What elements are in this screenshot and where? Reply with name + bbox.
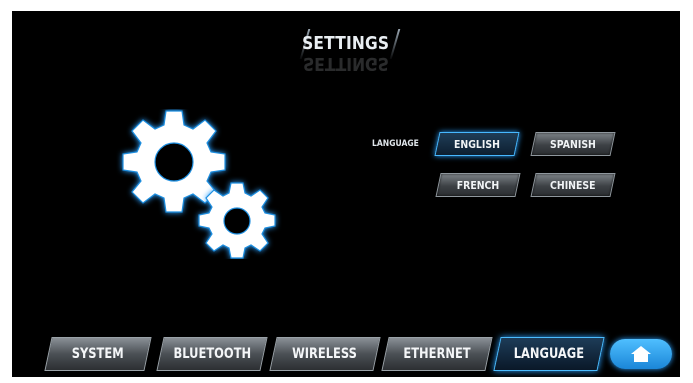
title-area: SETTINGS SETTINGS [12, 31, 680, 74]
option-label: SPANISH [550, 137, 596, 151]
tab-label: LANGUAGE [513, 346, 585, 362]
home-icon [631, 346, 651, 362]
option-label: ENGLISH [454, 137, 500, 151]
option-label: FRENCH [456, 178, 500, 192]
page-title-reflection: SETTINGS [303, 53, 389, 74]
tab-label: BLUETOOTH [173, 346, 251, 362]
tab-label: ETHERNET [403, 346, 471, 362]
tab-label: SYSTEM [72, 346, 124, 362]
language-option-french[interactable]: FRENCH [435, 173, 521, 197]
option-label: CHINESE [550, 178, 596, 192]
gears-icon [122, 110, 276, 259]
language-option-spanish[interactable]: SPANISH [530, 132, 616, 156]
language-option-chinese[interactable]: CHINESE [530, 173, 616, 197]
tab-wireless[interactable]: WIRELESS [269, 337, 381, 371]
tab-language[interactable]: LANGUAGE [493, 337, 605, 371]
tab-system[interactable]: SYSTEM [44, 337, 152, 371]
tab-label: WIRELESS [292, 346, 358, 362]
page-title: SETTINGS [302, 33, 390, 54]
tab-ethernet[interactable]: ETHERNET [381, 337, 493, 371]
home-button[interactable] [610, 339, 672, 369]
settings-screen: SETTINGS SETTINGS LANGUAGE ENGLISH SPANI… [12, 11, 680, 377]
language-option-english[interactable]: ENGLISH [434, 132, 520, 156]
language-label: LANGUAGE [372, 139, 419, 149]
tab-bluetooth[interactable]: BLUETOOTH [156, 337, 268, 371]
